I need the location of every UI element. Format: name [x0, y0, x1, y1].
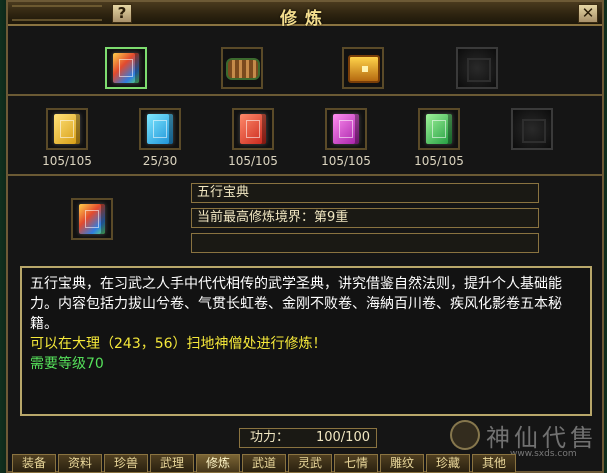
gongli-field: 功力： 100/100	[239, 428, 377, 448]
gongli-label: 功力：	[250, 430, 290, 445]
requirement-text: 需要等级70	[30, 356, 104, 372]
window-title: 修炼	[280, 9, 330, 29]
watermark-text: 神仙代售	[486, 424, 598, 452]
divider-middle	[8, 174, 602, 176]
tab-martial-way[interactable]: 武道	[242, 454, 286, 473]
book-slot-purple[interactable]	[325, 108, 367, 150]
description-text: 五行宝典，在习武之人手中代代相传的武学圣典，讲究借鉴自然法则，提升个人基础能力。…	[30, 276, 562, 332]
book-slot-green[interactable]	[418, 108, 460, 150]
gongli-value: 100/100	[315, 430, 370, 445]
category-slot-empty	[456, 47, 498, 89]
blue-book-icon	[147, 114, 173, 144]
purple-book-icon	[333, 114, 359, 144]
gold-book-icon	[54, 114, 80, 144]
multicolor-book-icon	[113, 53, 139, 83]
treasure-chest-icon	[348, 55, 380, 83]
bottom-tabs: 装备 资料 珍兽 武理 修炼 武道 灵武 七情 雕纹 珍藏 其他	[8, 454, 602, 473]
close-button[interactable]: ✕	[578, 4, 598, 23]
book-count-purple: 105/105	[321, 154, 371, 168]
tab-profile[interactable]: 资料	[58, 454, 102, 473]
info-extra-field	[191, 233, 539, 253]
cultivation-realm: 当前最高修炼境界：第9重	[191, 208, 539, 228]
green-book-icon	[426, 114, 452, 144]
tab-pets[interactable]: 珍兽	[104, 454, 148, 473]
tab-martial-theory[interactable]: 武理	[150, 454, 194, 473]
book-count-gold: 105/105	[42, 154, 92, 168]
tab-cultivation[interactable]: 修炼	[196, 454, 240, 473]
cultivation-window: ? 修炼 ✕ 105/105 25/30 105/105 105/105 105…	[6, 0, 604, 473]
red-book-icon	[240, 114, 266, 144]
category-slot-3[interactable]	[342, 47, 384, 89]
selected-book-name: 五行宝典	[191, 183, 539, 203]
multicolor-book-icon	[79, 204, 105, 234]
scroll-icon	[226, 58, 260, 80]
category-slot-1[interactable]	[105, 47, 147, 89]
book-slot-red[interactable]	[232, 108, 274, 150]
tab-spirit-weapon[interactable]: 灵武	[288, 454, 332, 473]
book-slot-blue[interactable]	[139, 108, 181, 150]
watermark-logo-icon	[450, 420, 480, 450]
book-count-red: 105/105	[228, 154, 278, 168]
tab-collection[interactable]: 珍藏	[426, 454, 470, 473]
tab-engraving[interactable]: 雕纹	[380, 454, 424, 473]
book-count-blue: 25/30	[142, 154, 178, 168]
book-slot-empty	[511, 108, 553, 150]
selected-book-slot[interactable]	[71, 198, 113, 240]
title-bar[interactable]: ? 修炼 ✕	[8, 2, 602, 29]
tab-equipment[interactable]: 装备	[12, 454, 56, 473]
divider-top	[8, 94, 602, 96]
tab-other[interactable]: 其他	[472, 454, 516, 473]
tab-emotions[interactable]: 七情	[334, 454, 378, 473]
book-slot-gold[interactable]	[46, 108, 88, 150]
book-count-green: 105/105	[414, 154, 464, 168]
description-panel: 五行宝典，在习武之人手中代代相传的武学圣典，讲究借鉴自然法则，提升个人基础能力。…	[20, 266, 592, 416]
location-text: 可以在大理（243，56）扫地神僧处进行修炼！	[30, 336, 327, 352]
category-slot-2[interactable]	[221, 47, 263, 89]
